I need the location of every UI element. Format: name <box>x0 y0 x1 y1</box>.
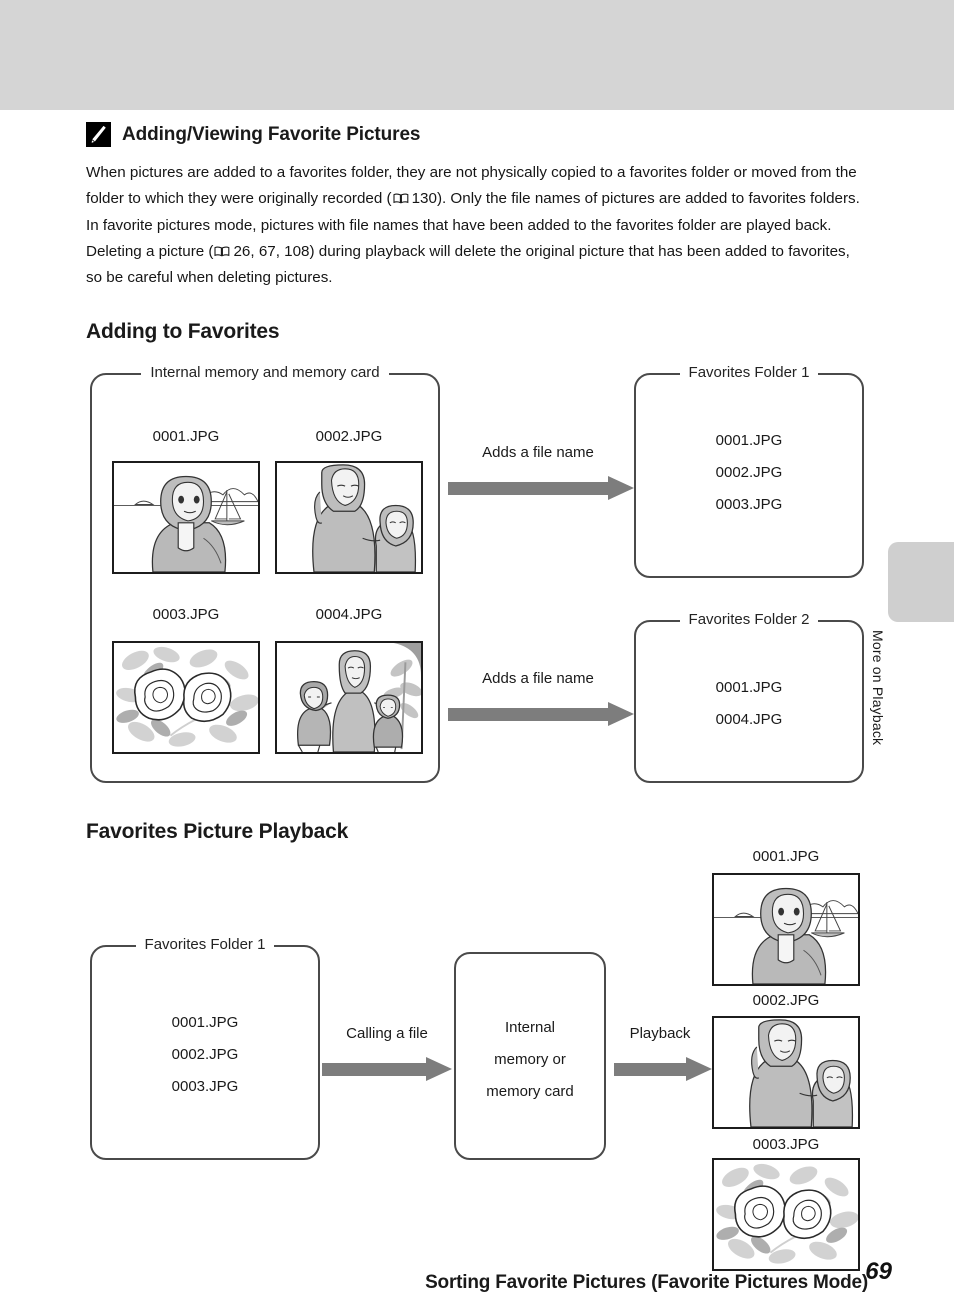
group-box-legend: Internal memory and memory card <box>92 364 438 382</box>
list-item: 0001.JPG <box>715 432 783 449</box>
memory-line: memory or <box>494 1051 566 1068</box>
arrow-label-calling-a-file: Calling a file <box>346 1025 428 1042</box>
thumbnail-flowers <box>712 1158 860 1271</box>
arrow-calling-a-file <box>322 1057 452 1081</box>
note-header: Adding/Viewing Favorite Pictures <box>86 122 421 147</box>
list-item: 0002.JPG <box>171 1046 239 1063</box>
note-ref2: 26, 67, 108 <box>233 242 310 260</box>
thumbnail-woman-sailboat <box>112 461 260 574</box>
side-tab-label: More on Playback <box>870 630 886 746</box>
memory-line: Internal <box>504 1019 556 1036</box>
folder-file-list: 0001.JPG 0002.JPG 0003.JPG <box>92 1007 318 1103</box>
arrow-label-adds-file-name-1: Adds a file name <box>482 444 594 461</box>
thumbnail-mother-daughter <box>712 1016 860 1129</box>
arrow-adds-file-name-2 <box>448 702 634 726</box>
memory-line: memory card <box>486 1083 574 1100</box>
note-body: When pictures are added to a favorites f… <box>86 160 868 291</box>
thumb-caption: 0001.JPG <box>752 848 820 865</box>
thumbnail-woman-sailboat <box>712 873 860 986</box>
list-item: 0003.JPG <box>715 496 783 513</box>
thumbnail-family-tree <box>275 641 423 754</box>
note-title: Adding/Viewing Favorite Pictures <box>122 123 421 145</box>
arrow-adds-file-name-1 <box>448 476 634 500</box>
list-item: 0003.JPG <box>171 1078 239 1095</box>
page-number: 69 <box>865 1258 892 1285</box>
group-box-playback-favorites-folder-1: Favorites Folder 1 0001.JPG 0002.JPG 000… <box>90 936 320 1160</box>
memory-box-text: Internal memory or memory card <box>456 1012 604 1108</box>
thumb-caption: 0001.JPG <box>152 428 220 445</box>
group-box-legend: Favorites Folder 2 <box>636 611 862 629</box>
list-item: 0001.JPG <box>715 679 783 696</box>
folder-file-list: 0001.JPG 0004.JPG <box>636 672 862 736</box>
note-ref1: 130 <box>411 190 437 208</box>
heading-adding-to-favorites: Adding to Favorites <box>86 320 280 343</box>
thumb-caption: 0002.JPG <box>752 992 820 1009</box>
book-icon <box>393 187 409 204</box>
thumb-caption: 0003.JPG <box>152 606 220 623</box>
pencil-icon <box>86 122 111 147</box>
list-item: 0001.JPG <box>171 1014 239 1031</box>
thumb-caption: 0004.JPG <box>315 606 383 623</box>
arrow-label-playback: Playback <box>629 1025 691 1042</box>
thumb-caption: 0003.JPG <box>752 1136 820 1153</box>
list-item: 0002.JPG <box>715 464 783 481</box>
folder-file-list: 0001.JPG 0002.JPG 0003.JPG <box>636 425 862 521</box>
side-tab-marker <box>888 542 954 622</box>
group-box-legend: Favorites Folder 1 <box>92 936 318 954</box>
group-box-favorites-folder-2: Favorites Folder 2 0001.JPG 0004.JPG <box>634 611 864 783</box>
group-box-internal-memory-or-card: Internal memory or memory card <box>454 952 606 1160</box>
arrow-playback <box>614 1057 712 1081</box>
group-box-favorites-folder-1: Favorites Folder 1 0001.JPG 0002.JPG 000… <box>634 364 864 578</box>
heading-favorites-picture-playback: Favorites Picture Playback <box>86 820 349 843</box>
thumbnail-flowers <box>112 641 260 754</box>
thumb-caption: 0002.JPG <box>315 428 383 445</box>
thumbnail-mother-daughter <box>275 461 423 574</box>
arrow-label-adds-file-name-2: Adds a file name <box>482 670 594 687</box>
list-item: 0004.JPG <box>715 711 783 728</box>
group-box-legend: Favorites Folder 1 <box>636 364 862 382</box>
book-icon <box>214 240 230 257</box>
page-header-band <box>0 0 954 110</box>
page-title: Sorting Favorite Pictures (Favorite Pict… <box>425 1272 868 1293</box>
